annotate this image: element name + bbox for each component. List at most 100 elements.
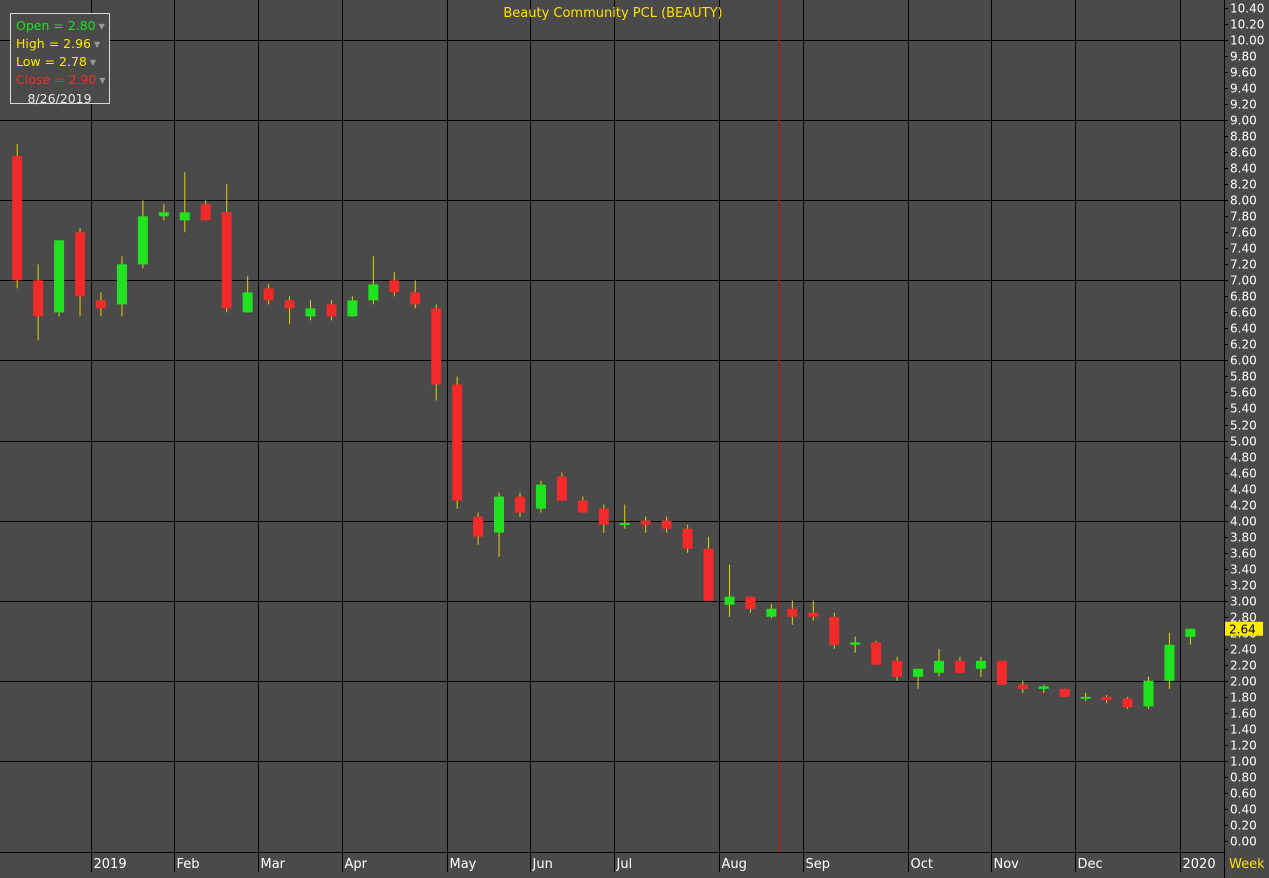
candle-body-down xyxy=(577,500,588,513)
ohlc-close[interactable]: Close = 2.90 ▼ xyxy=(16,71,109,89)
dropdown-arrow-icon[interactable]: ▼ xyxy=(99,76,105,85)
candle-body-up xyxy=(54,240,65,313)
y-tick-label: 0.60 xyxy=(1230,787,1257,801)
y-tick-label: 0.20 xyxy=(1230,819,1257,833)
candle-body-down xyxy=(326,304,337,317)
candle-body-up xyxy=(766,608,777,617)
candle-body-up xyxy=(494,496,505,533)
y-tick-label: 8.60 xyxy=(1230,146,1257,160)
plot-background xyxy=(0,0,1269,878)
x-tick-label: Feb xyxy=(177,857,200,872)
y-tick-label: 5.20 xyxy=(1230,419,1257,433)
candle xyxy=(1059,688,1070,697)
y-tick-label: 6.80 xyxy=(1230,290,1257,304)
y-tick-label: 8.00 xyxy=(1230,194,1257,208)
ohlc-high-label: High = 2.96 xyxy=(16,36,91,51)
y-tick-label: 9.60 xyxy=(1230,66,1257,80)
candle-body-up xyxy=(934,660,944,673)
candle-body-down xyxy=(221,212,232,309)
y-tick-label: 4.80 xyxy=(1230,451,1257,465)
interval-label[interactable]: Week xyxy=(1229,857,1265,872)
y-tick-label: 9.80 xyxy=(1230,50,1257,64)
candle xyxy=(682,524,693,553)
y-tick-label: 7.60 xyxy=(1230,226,1257,240)
candle-body-down xyxy=(892,660,903,677)
y-tick-label: 7.80 xyxy=(1230,210,1257,224)
x-tick-label: 2020 xyxy=(1183,857,1216,872)
y-tick-label: 4.00 xyxy=(1230,515,1257,529)
ohlc-open[interactable]: Open = 2.80 ▼ xyxy=(16,17,109,35)
ohlc-low[interactable]: Low = 2.78 ▼ xyxy=(16,53,109,71)
candle-body-up xyxy=(305,308,316,317)
y-tick-label: 7.00 xyxy=(1230,274,1257,288)
candle-body-down xyxy=(661,520,672,529)
y-tick-label: 1.00 xyxy=(1230,755,1257,769)
y-tick-label: 5.40 xyxy=(1230,402,1257,416)
candle-body-down xyxy=(1017,684,1028,689)
candle-body-down xyxy=(1101,696,1112,701)
candle-body-up xyxy=(1164,644,1175,681)
y-tick-label: 9.00 xyxy=(1230,114,1257,128)
dropdown-arrow-icon[interactable]: ▼ xyxy=(99,22,105,31)
candle-body-up xyxy=(535,484,546,509)
y-tick-label: 5.80 xyxy=(1230,370,1257,384)
candle xyxy=(1122,696,1133,709)
candle-body-down xyxy=(473,516,484,537)
y-tick-label: 6.20 xyxy=(1230,338,1257,352)
y-tick-label: 9.40 xyxy=(1230,82,1257,96)
last-price-tag-text: 2.64 xyxy=(1229,623,1256,637)
candle-body-down xyxy=(1059,688,1070,697)
y-tick-label: 8.80 xyxy=(1230,130,1257,144)
candle-body-up xyxy=(242,292,253,313)
candle xyxy=(452,376,463,509)
candle-body-up xyxy=(179,212,190,221)
candle-body-down xyxy=(515,496,525,513)
candle-body-up xyxy=(347,300,358,317)
candle-body-up xyxy=(1038,686,1049,689)
y-tick-label: 10.00 xyxy=(1230,34,1264,48)
y-tick-label: 1.60 xyxy=(1230,707,1257,721)
candle xyxy=(54,240,65,317)
candle-body-down xyxy=(787,608,798,617)
y-tick-label: 0.80 xyxy=(1230,771,1257,785)
dropdown-arrow-icon[interactable]: ▼ xyxy=(94,40,100,49)
x-tick-label: Jul xyxy=(616,857,633,872)
candle-body-down xyxy=(703,548,714,601)
y-tick-label: 7.40 xyxy=(1230,242,1257,256)
y-tick-label: 9.20 xyxy=(1230,98,1257,112)
candle-body-down xyxy=(745,596,756,609)
candle-body-down xyxy=(682,528,693,549)
y-tick-label: 10.40 xyxy=(1230,2,1264,16)
candle xyxy=(996,660,1007,685)
ohlc-high[interactable]: High = 2.96 ▼ xyxy=(16,35,109,53)
candle-body-down xyxy=(452,384,463,501)
y-tick-label: 5.60 xyxy=(1230,386,1257,400)
candle-body-up xyxy=(368,284,379,301)
x-tick-label: Aug xyxy=(722,857,747,872)
y-tick-label: 1.20 xyxy=(1230,739,1257,753)
y-tick-label: 10.20 xyxy=(1230,18,1264,32)
candle-body-down xyxy=(996,660,1007,685)
candle-body-up xyxy=(850,642,861,645)
candle-body-down xyxy=(200,204,211,221)
x-tick-label: Sep xyxy=(806,857,831,872)
candle-body-down xyxy=(96,300,106,309)
candle-body-down xyxy=(410,292,421,305)
y-tick-label: 3.60 xyxy=(1230,547,1257,561)
candle-body-up xyxy=(137,216,148,265)
dropdown-arrow-icon[interactable]: ▼ xyxy=(90,58,96,67)
y-tick-label: 6.40 xyxy=(1230,322,1257,336)
y-tick-label: 5.00 xyxy=(1230,435,1257,449)
candle xyxy=(871,640,882,665)
y-tick-label: 4.40 xyxy=(1230,483,1257,497)
candle-body-down xyxy=(1122,698,1133,708)
y-tick-label: 4.20 xyxy=(1230,499,1257,513)
y-tick-label: 6.60 xyxy=(1230,306,1257,320)
y-tick-label: 8.20 xyxy=(1230,178,1257,192)
candle-body-down xyxy=(640,520,651,525)
y-tick-label: 1.80 xyxy=(1230,691,1257,705)
candle-body-down xyxy=(284,300,295,309)
ohlc-info-box: Open = 2.80 ▼ High = 2.96 ▼ Low = 2.78 ▼ Cl… xyxy=(10,13,110,106)
last-price-tag: 2.64 xyxy=(1225,621,1263,637)
candle-body-down xyxy=(808,612,819,617)
